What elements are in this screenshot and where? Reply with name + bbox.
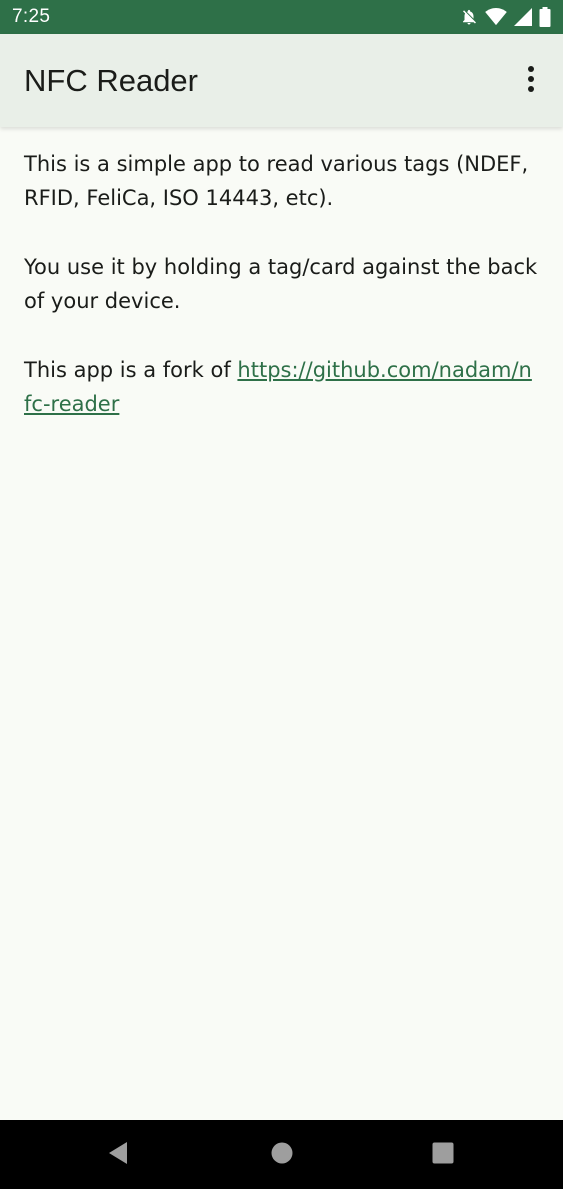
status-time: 7:25 (12, 6, 51, 27)
description-paragraph-2: You use it by holding a tag/card against… (24, 255, 538, 313)
app-bar: NFC Reader (0, 34, 563, 127)
app-title: NFC Reader (24, 62, 198, 98)
status-bar: 7:25 (0, 0, 563, 34)
cell-signal-icon (514, 8, 532, 26)
description-paragraph-3: This app is a fork of https://github.com… (24, 353, 539, 421)
more-vert-icon (527, 65, 535, 96)
back-icon (107, 1141, 129, 1169)
home-icon (271, 1142, 293, 1168)
recents-button[interactable] (413, 1120, 473, 1189)
description-paragraph-1: This is a simple app to read various tag… (24, 152, 529, 210)
recents-icon (432, 1142, 454, 1168)
notifications-off-icon (460, 8, 478, 26)
fork-text: This app is a fork of (24, 358, 238, 382)
status-icons (460, 7, 551, 27)
back-button[interactable] (88, 1120, 148, 1189)
wifi-icon (485, 8, 507, 26)
content-area: This is a simple app to read various tag… (24, 147, 539, 456)
home-button[interactable] (252, 1120, 312, 1189)
battery-icon (539, 7, 551, 27)
overflow-menu-button[interactable] (509, 59, 553, 103)
navigation-bar (0, 1120, 563, 1189)
